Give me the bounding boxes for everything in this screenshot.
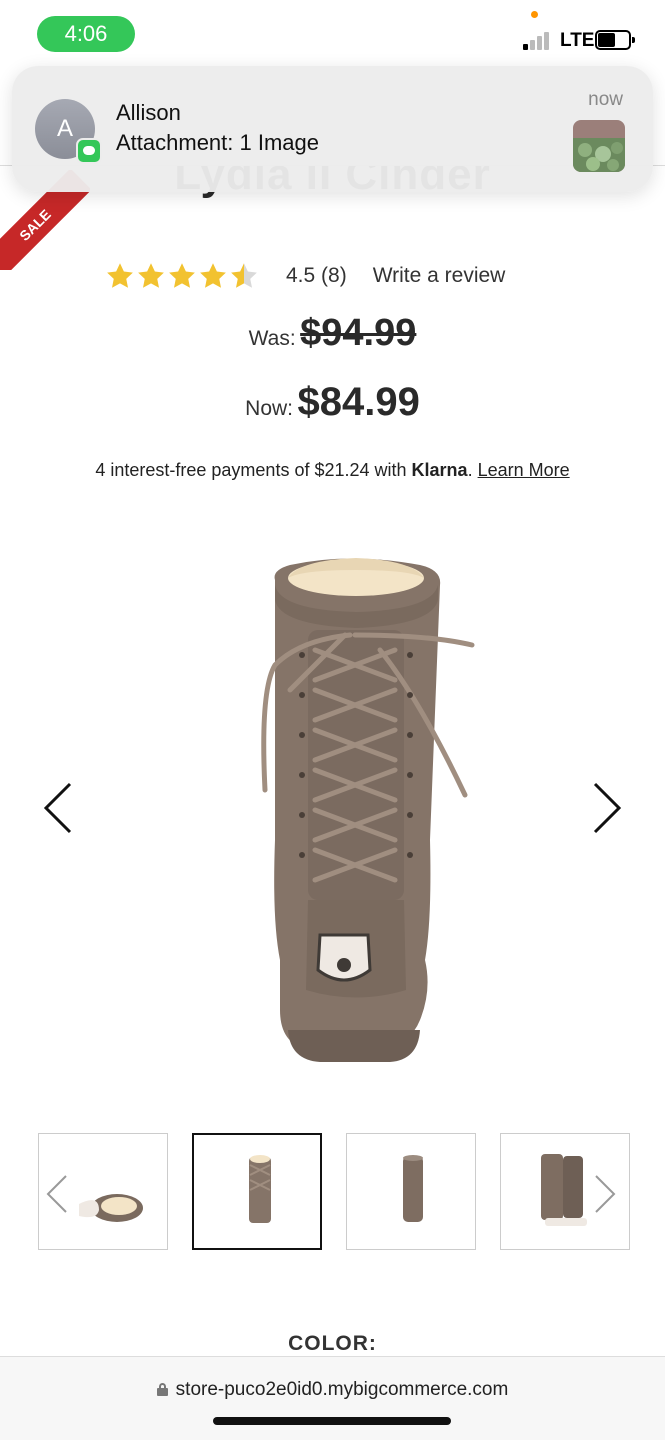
klarna-text: 4 interest-free payments of $21.24 with [95, 460, 412, 480]
star-icon [169, 263, 195, 288]
product-main-image[interactable] [180, 540, 490, 1070]
thumbnail-strip [38, 1133, 630, 1250]
star-icon [200, 263, 226, 288]
browser-url-bar[interactable]: store-puco2e0id0.mybigcommerce.com [0, 1356, 665, 1440]
notification-sender: Allison [116, 100, 181, 125]
message-notification[interactable]: A Allison Attachment: 1 Image now [12, 66, 653, 192]
half-star-icon [231, 263, 257, 288]
prev-image-arrow-icon[interactable] [38, 778, 78, 838]
was-label: Was: [248, 327, 296, 350]
status-time[interactable]: 4:06 [37, 16, 135, 52]
notification-time: now [588, 89, 623, 110]
attachment-thumbnail-image [573, 120, 625, 172]
network-type: LTE [560, 30, 595, 51]
url-text: store-puco2e0id0.mybigcommerce.com [175, 1379, 509, 1400]
url-display[interactable]: store-puco2e0id0.mybigcommerce.com [0, 1379, 665, 1401]
messages-icon [76, 138, 102, 164]
was-price-row: Was: $94.99 [0, 312, 665, 355]
write-review-link[interactable]: Write a review [373, 264, 506, 288]
klarna-brand: Klarna [411, 460, 468, 480]
home-indicator[interactable] [213, 1417, 451, 1425]
thumb-boot-back-view[interactable] [192, 1133, 322, 1250]
star-icon [107, 263, 133, 288]
now-label: Now: [245, 397, 294, 420]
thumb-boot-side-view[interactable] [346, 1133, 476, 1250]
color-label: COLOR: [288, 1332, 377, 1355]
learn-more-link[interactable]: Learn More [478, 460, 570, 480]
boot-side-view-image [403, 1155, 423, 1222]
signal-icon [523, 30, 555, 50]
was-price: $94.99 [300, 312, 417, 354]
lock-icon [156, 1383, 168, 1396]
status-bar: 4:06 LTE [0, 0, 665, 70]
mic-indicator-dot [531, 11, 538, 18]
boot-back-view-image [249, 1155, 271, 1223]
next-image-arrow-icon[interactable] [585, 778, 625, 838]
now-price: $84.99 [297, 380, 420, 424]
klarna-payment-info: 4 interest-free payments of $21.24 with … [0, 460, 665, 481]
thumbs-prev-arrow-icon[interactable] [42, 1172, 72, 1216]
rating-row: 4.5 (8) Write a review [105, 258, 505, 294]
battery-icon [595, 30, 635, 50]
star-icon [138, 263, 164, 288]
now-price-row: Now: $84.99 [0, 380, 665, 425]
notification-message: Attachment: 1 Image [116, 130, 319, 155]
rating-count: 4.5 (8) [286, 264, 347, 287]
rating-stars [105, 261, 260, 291]
klarna-punctuation: . [467, 460, 478, 480]
thumbs-next-arrow-icon[interactable] [590, 1172, 620, 1216]
